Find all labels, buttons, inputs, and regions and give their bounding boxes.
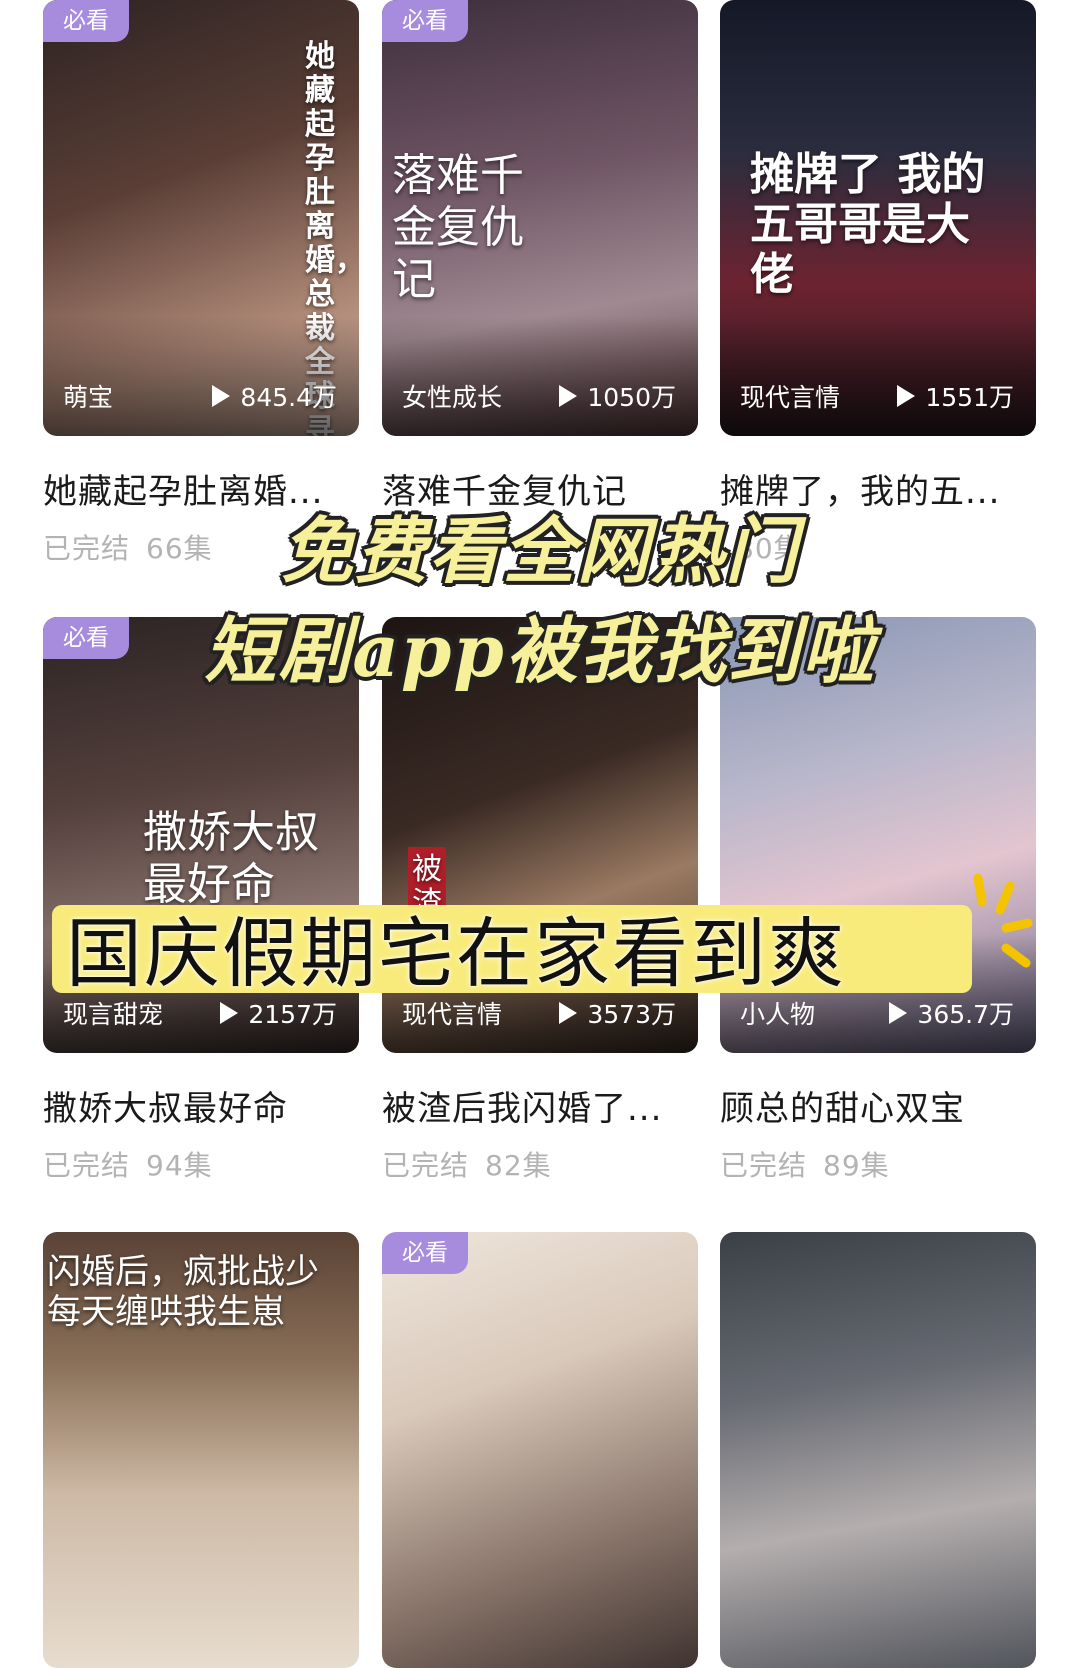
poster-image [720,1232,1036,1668]
status-label: 已完结 [720,1149,808,1182]
poster-title-art: 闪婚后，疯批战少每天缠哄我生崽 [47,1252,319,1332]
view-count: 1050万 [559,378,676,414]
drama-title[interactable]: 撒娇大叔最好命 [43,1081,359,1130]
view-count: 365.7万 [889,995,1014,1031]
poster[interactable]: 闪婚后，疯批战少每天缠哄我生崽 [43,1232,359,1668]
must-watch-badge: 必看 [382,1232,468,1274]
drama-card[interactable]: 闪婚后，疯批战少每天缠哄我生崽 [43,1232,359,1668]
promo-headline-line2: 短剧app被我找到啦 [204,608,876,693]
poster-title-art: 落难千金复仇记 [392,150,524,305]
genre-tag: 萌宝 [63,383,114,412]
play-icon [220,1002,239,1024]
play-icon [559,385,578,407]
drama-card[interactable]: 她藏起孕肚离婚，总裁全球寻 必看 萌宝 845.4万 她藏起孕肚离婚... 已完… [43,0,359,567]
play-icon [889,1002,908,1024]
drama-meta: 已完结 82集 [382,1144,698,1184]
drama-card[interactable]: 摊牌了 我的五哥哥是大佬 现代言情 1551万 摊牌了，我的五... 80集 [720,0,1036,567]
promo-headline-line1: 免费看全网热门 [280,508,799,593]
drama-grid: 她藏起孕肚离婚，总裁全球寻 必看 萌宝 845.4万 她藏起孕肚离婚... 已完… [0,0,1080,1668]
poster[interactable]: 必看 [382,1232,698,1668]
genre-tag: 现代言情 [740,383,841,412]
drama-title[interactable]: 顾总的甜心双宝 [720,1081,1036,1130]
drama-title[interactable]: 被渣后我闪婚了... [382,1081,698,1130]
poster[interactable]: 落难千金复仇记 必看 女性成长 1050万 [382,0,698,436]
must-watch-badge: 必看 [43,0,129,42]
poster[interactable]: 摊牌了 我的五哥哥是大佬 现代言情 1551万 [720,0,1036,436]
episode-count: 82集 [485,1149,552,1182]
play-icon [212,385,231,407]
view-count: 845.4万 [212,378,337,414]
poster-title-art: 摊牌了 我的五哥哥是大佬 [750,149,986,300]
episode-count: 94集 [146,1149,213,1182]
poster-image [382,1232,698,1668]
drama-meta: 已完结 89集 [720,1144,1036,1184]
drama-meta: 已完结 94集 [43,1144,359,1184]
view-count: 1551万 [897,378,1014,414]
poster[interactable] [720,1232,1036,1668]
play-icon [897,385,916,407]
drama-card[interactable]: 必看 [382,1232,698,1668]
promo-banner-text: 国庆假期宅在家看到爽 [66,909,846,998]
episode-count: 89集 [823,1149,890,1182]
genre-tag: 女性成长 [402,383,503,412]
drama-card[interactable]: 落难千金复仇记 必看 女性成长 1050万 落难千金复仇记 [382,0,698,560]
drama-card[interactable] [720,1232,1036,1668]
sparkle-icon [973,873,1033,968]
play-icon [559,1002,578,1024]
status-label: 已完结 [43,1149,131,1182]
poster[interactable]: 她藏起孕肚离婚，总裁全球寻 必看 萌宝 845.4万 [43,0,359,436]
must-watch-badge: 必看 [382,0,468,42]
status-label: 已完结 [382,1149,470,1182]
